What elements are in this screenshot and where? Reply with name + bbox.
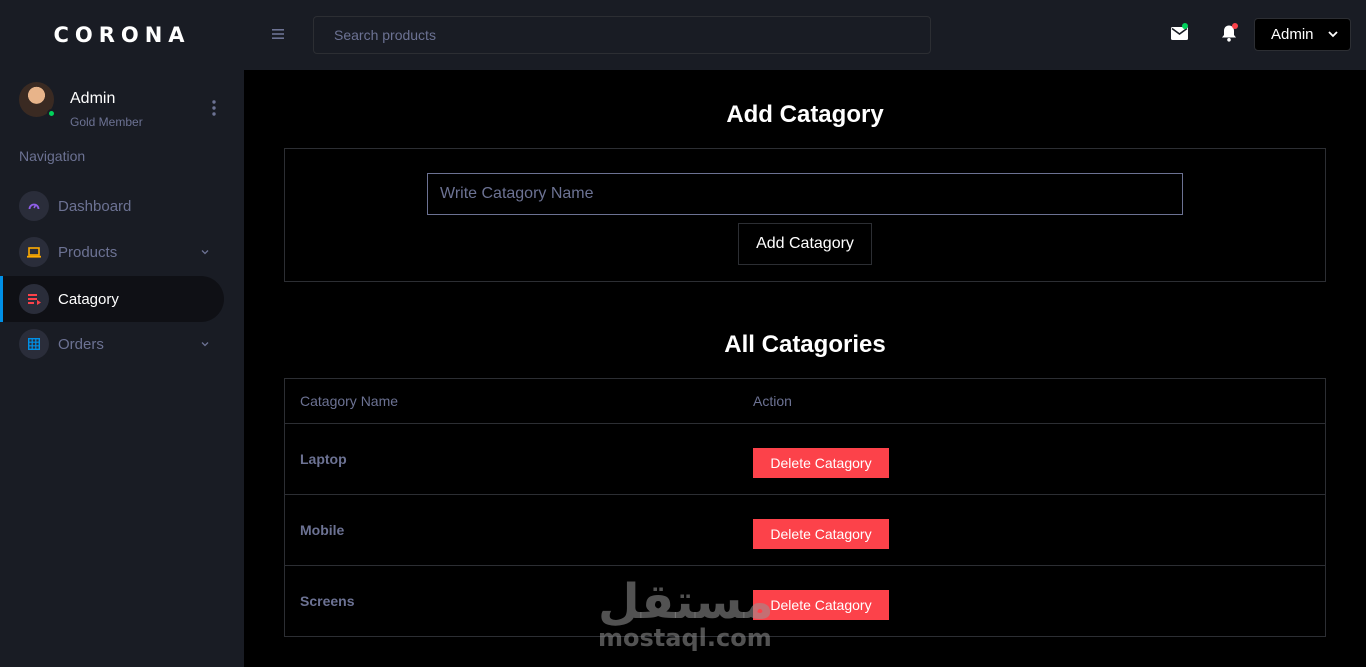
mail-status-dot: [1182, 23, 1188, 29]
menu-toggle-icon[interactable]: [268, 24, 288, 44]
more-vertical-icon[interactable]: [208, 99, 220, 117]
catagory-name-cell: Screens: [300, 593, 355, 609]
table-row: Mobile Delete Catagory: [285, 495, 1325, 566]
delete-catagory-button[interactable]: Delete Catagory: [753, 590, 889, 620]
table-row: Laptop Delete Catagory: [285, 424, 1325, 495]
sidebar-item-label: Products: [58, 243, 118, 261]
profile-name: Admin: [70, 90, 116, 107]
chevron-down-icon[interactable]: [200, 339, 210, 349]
main-content: Add Catagory Add Catagory All Catagories…: [244, 70, 1366, 667]
playlist-icon: [19, 284, 49, 314]
table-icon: [19, 329, 49, 359]
catagory-name-cell: Mobile: [300, 522, 345, 538]
search-input[interactable]: [313, 16, 931, 54]
table-header: Catagory Name Action: [285, 379, 1325, 424]
nav-heading: Navigation: [19, 148, 86, 164]
table-row: Screens Delete Catagory: [285, 566, 1325, 637]
column-header-action: Action: [753, 393, 792, 409]
sidebar-item-label: Dashboard: [58, 197, 132, 215]
catagory-name-cell: Laptop: [300, 451, 347, 467]
online-status-dot: [47, 109, 56, 118]
sidebar-item-label: Catagory: [58, 290, 119, 308]
all-catagories-title: All Catagories: [724, 331, 886, 358]
delete-catagory-button[interactable]: Delete Catagory: [753, 448, 889, 478]
profile-role: Gold Member: [70, 115, 143, 129]
chevron-down-icon[interactable]: [200, 247, 210, 257]
sidebar-item-products[interactable]: Products: [0, 229, 224, 275]
catagories-table: Catagory Name Action Laptop Delete Catag…: [284, 378, 1326, 637]
chevron-down-icon: [1327, 31, 1338, 38]
brand-logo[interactable]: CORONA: [0, 0, 244, 70]
avatar[interactable]: [19, 82, 56, 118]
admin-dropdown[interactable]: Admin: [1254, 18, 1351, 51]
delete-catagory-button[interactable]: Delete Catagory: [753, 519, 889, 549]
column-header-name: Catagory Name: [300, 393, 399, 409]
admin-dropdown-label: Admin: [1271, 26, 1314, 43]
add-catagory-title: Add Catagory: [726, 101, 884, 128]
mail-icon[interactable]: [1168, 22, 1190, 44]
bell-icon[interactable]: [1218, 22, 1240, 44]
sidebar-profile: Admin Gold Member: [19, 82, 229, 132]
bell-status-dot: [1232, 23, 1238, 29]
sidebar-item-label: Orders: [58, 335, 104, 353]
speedometer-icon: [19, 191, 49, 221]
sidebar: Admin Gold Member Navigation Dashboard P…: [0, 70, 244, 667]
laptop-icon: [19, 237, 49, 267]
sidebar-item-catagory[interactable]: Catagory: [0, 276, 224, 322]
sidebar-item-dashboard[interactable]: Dashboard: [0, 183, 224, 229]
sidebar-item-orders[interactable]: Orders: [0, 321, 224, 367]
add-catagory-form: Add Catagory: [284, 148, 1326, 282]
top-navbar: CORONA Admin: [0, 0, 1366, 70]
add-catagory-button[interactable]: Add Catagory: [738, 223, 872, 265]
catagory-name-input[interactable]: [427, 173, 1183, 215]
